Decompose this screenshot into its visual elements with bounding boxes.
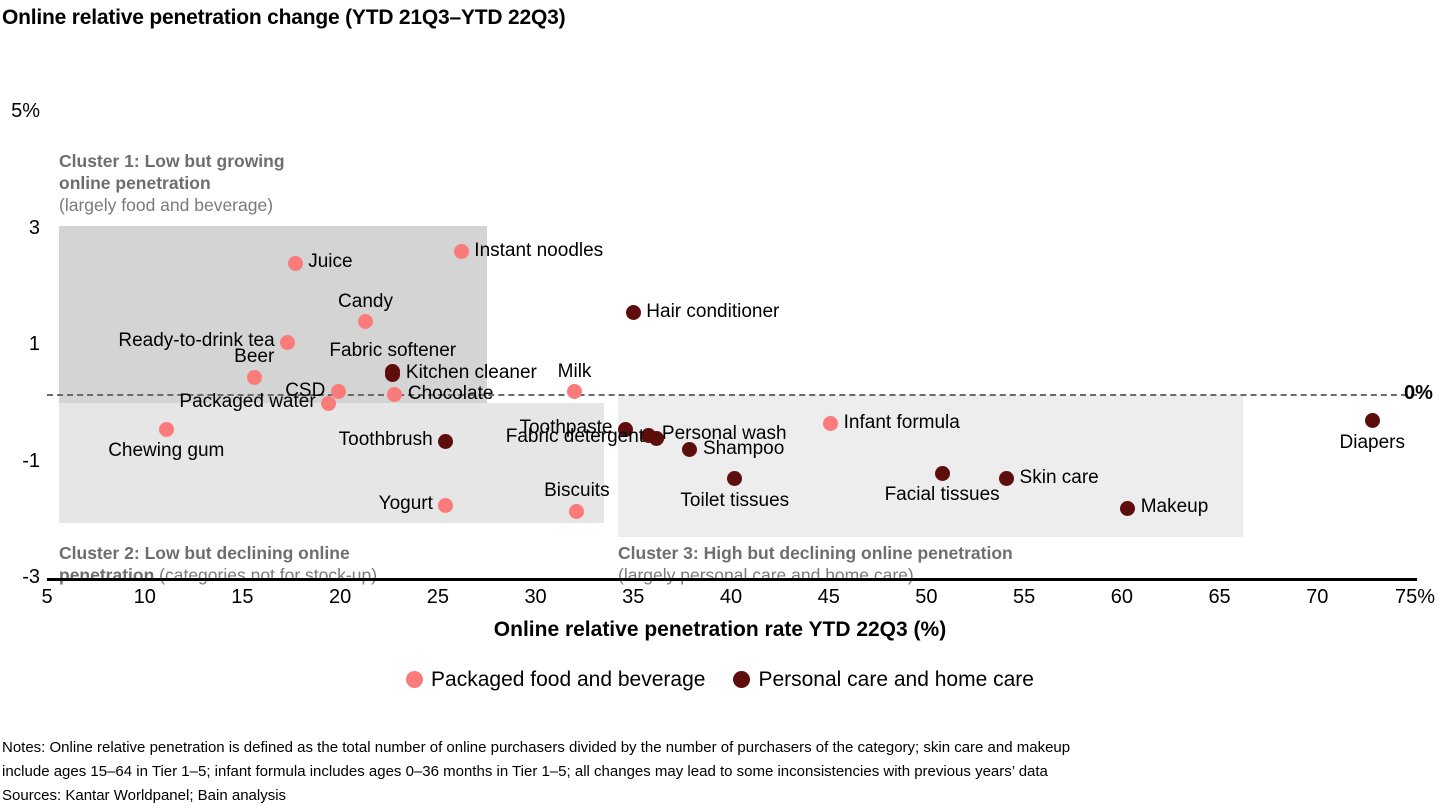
y-tick-label: 1: [28, 333, 40, 355]
x-tick-label: 25: [426, 586, 449, 608]
legend-label: Personal care and home care: [758, 668, 1034, 692]
cluster-3-annotation: Cluster 3: High but declining online pen…: [618, 520, 1013, 586]
data-point-juice: [287, 255, 303, 271]
data-point-makeup: [1120, 500, 1136, 516]
data-label-packaged-water: Packaged water: [179, 391, 316, 413]
x-axis-title: Online relative penetration rate YTD 22Q…: [493, 618, 947, 641]
data-label-milk: Milk: [557, 360, 592, 382]
data-label-candy: Candy: [338, 290, 393, 312]
y-tick-label: 3: [28, 216, 40, 239]
x-tick-label: 75%: [1394, 586, 1436, 608]
data-label-toilet-tissues: Toilet tissues: [680, 489, 790, 511]
cluster-1-annotation: Cluster 1: Low but growing online penetr…: [59, 128, 285, 216]
plot-area: Cluster 1: Low but growing online penetr…: [0, 0, 1440, 608]
data-label-biscuits: Biscuits: [544, 480, 610, 501]
data-label-facial-tissues: Facial tissues: [884, 484, 1000, 506]
data-point-ready-to-drink-tea: [279, 334, 295, 350]
data-label-hair-conditioner: Hair conditioner: [646, 300, 780, 322]
data-label-yogurt: Yogurt: [378, 493, 433, 515]
cluster-2-subtext: (categories not for stock-up): [159, 565, 378, 585]
x-tick-label: 50: [915, 586, 938, 608]
data-point-toothbrush: [438, 433, 454, 449]
x-tick-label: 45: [817, 586, 840, 608]
data-label-chewing-gum: Chewing gum: [108, 440, 225, 462]
y-tick-label: 5%: [11, 100, 40, 122]
cluster-1-heading: Cluster 1: Low but growing online penetr…: [59, 151, 285, 193]
cluster-2-annotation: Cluster 2: Low but declining online pene…: [59, 520, 377, 586]
data-point-beer: [246, 369, 262, 385]
x-tick-label: 55: [1013, 586, 1036, 608]
data-label-instant-noodles: Instant noodles: [474, 239, 604, 261]
data-point-hair-conditioner: [625, 305, 641, 321]
data-label-diapers: Diapers: [1339, 431, 1405, 453]
data-point-chewing-gum: [158, 421, 174, 437]
legend-label: Packaged food and beverage: [431, 668, 706, 692]
legend-item[interactable]: Personal care and home care: [733, 668, 1034, 692]
data-label-skin-care: Skin care: [1019, 466, 1099, 488]
data-label-makeup: Makeup: [1140, 496, 1209, 518]
x-tick-label: 40: [719, 586, 743, 608]
sources-line: Sources: Kantar Worldpanel; Bain analysi…: [2, 787, 287, 804]
data-point-packaged-water: [320, 395, 336, 411]
x-tick-label: 20: [329, 586, 352, 608]
data-label-chocolate: Chocolate: [407, 382, 494, 404]
data-point-instant-noodles: [453, 244, 469, 260]
notes-line-1: Notes: Online relative penetration is de…: [2, 739, 1071, 756]
x-tick-label: 15: [231, 586, 254, 608]
y-tick-label: -1: [22, 449, 40, 472]
data-point-diapers: [1364, 413, 1380, 429]
data-label-toothbrush: Toothbrush: [338, 429, 433, 451]
data-label-beer: Beer: [234, 346, 275, 368]
data-label-fabric-softener: Fabric softener: [329, 340, 457, 362]
x-tick-label: 10: [133, 586, 156, 608]
x-tick-label: 60: [1110, 586, 1133, 608]
legend-item[interactable]: Packaged food and beverage: [406, 668, 705, 692]
data-label-juice: Juice: [308, 251, 353, 273]
legend-swatch-icon: [733, 671, 751, 689]
x-tick-label: 70: [1306, 586, 1329, 608]
cluster-3-heading: Cluster 3: High but declining online pen…: [618, 543, 1013, 563]
data-label-kitchen-cleaner: Kitchen cleaner: [405, 362, 537, 384]
data-point-milk: [567, 384, 583, 400]
data-point-biscuits: [569, 503, 585, 519]
chart-legend: Packaged food and beverage Personal care …: [0, 668, 1440, 692]
x-tick-label: 30: [524, 586, 547, 608]
data-point-kitchen-cleaner: [385, 366, 401, 382]
x-axis-line: [47, 578, 1417, 581]
data-point-facial-tissues: [934, 465, 950, 481]
footnotes: Notes: Online relative penetration is de…: [2, 736, 1438, 808]
x-tick-label: 35: [622, 586, 645, 608]
data-label-shampoo: Shampoo: [702, 437, 785, 459]
cluster-1-subtext: (largely food and beverage): [59, 195, 274, 215]
notes-line-2: include ages 15–64 in Tier 1–5; infant f…: [2, 763, 1048, 780]
legend-swatch-icon: [406, 671, 424, 689]
zero-reference-label: 0%: [1404, 382, 1433, 404]
x-tick-label: 65: [1208, 586, 1231, 608]
x-tick-label: 5: [41, 586, 53, 608]
data-point-fabric-detergent: [649, 430, 665, 446]
cluster-3-subtext: (largely personal care and home care): [618, 565, 914, 585]
data-label-infant-formula: Infant formula: [843, 411, 960, 433]
data-point-yogurt: [438, 497, 454, 513]
chart-root: Online relative penetration change (YTD …: [0, 0, 1440, 810]
data-label-fabric-detergent: Fabric detergent: [505, 426, 645, 448]
